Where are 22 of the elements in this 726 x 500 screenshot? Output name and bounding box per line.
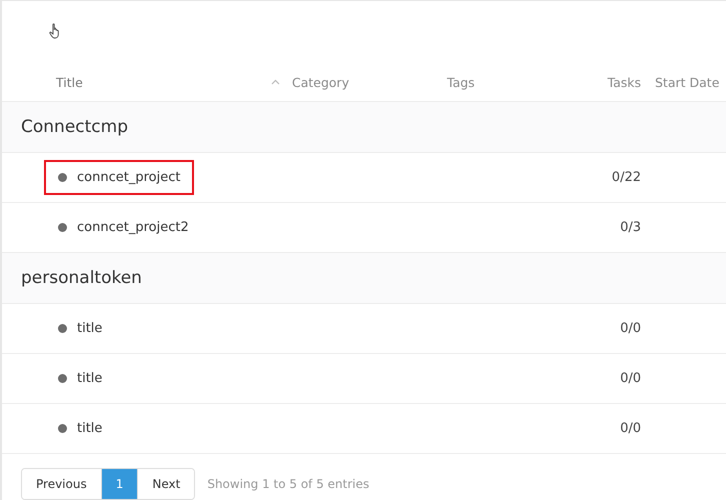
status-dot-icon (58, 173, 67, 182)
status-dot-icon (58, 324, 67, 333)
project-title[interactable]: title (77, 421, 102, 436)
status-dot-icon (58, 424, 67, 433)
sort-caret-icon (271, 79, 280, 85)
status-dot-icon (58, 374, 67, 383)
tasks-count: 0/0 (619, 321, 641, 336)
hand-cursor-icon (49, 23, 61, 39)
status-dot-icon (58, 223, 67, 232)
project-title[interactable]: conncet_project (77, 170, 180, 185)
column-header[interactable]: Title (56, 74, 83, 90)
project-title[interactable]: title (77, 371, 102, 386)
project-title[interactable]: title (77, 321, 102, 336)
tasks-count: 0/0 (619, 371, 641, 386)
group-title: Connectcmp (21, 117, 128, 137)
group-title: personaltoken (21, 268, 142, 288)
tasks-count: 0/0 (619, 421, 641, 436)
project-title[interactable]: conncet_project2 (77, 220, 189, 235)
tasks-count: 0/3 (619, 220, 641, 235)
next-button[interactable]: Next (137, 469, 194, 499)
entries-info: Showing 1 to 5 of 5 entries (207, 477, 370, 491)
tasks-count: 0/22 (610, 170, 641, 185)
